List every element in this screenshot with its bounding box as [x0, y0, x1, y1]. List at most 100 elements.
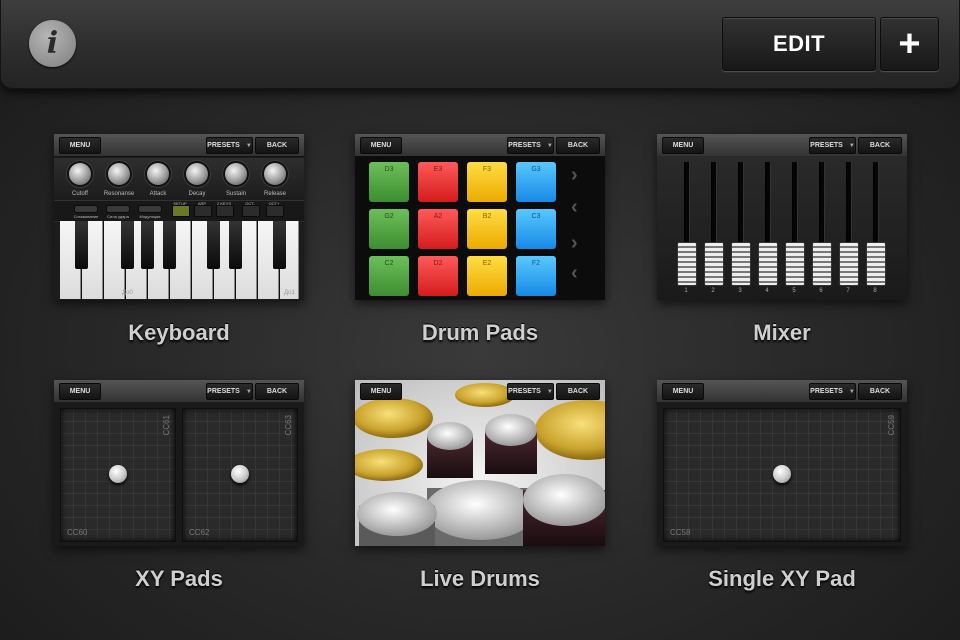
pad-grid: D3 E3 F3 G3 G2 A2 B2 C3 C2 D2 E2 F2 › ‹ … — [355, 156, 605, 300]
presets-button: PRESETS ▼ — [507, 383, 554, 400]
chevron-left-icon: ‹ — [571, 262, 578, 284]
live-drums-tile[interactable]: MENU PRESETS ▼ BACK — [355, 380, 605, 546]
tile-label-xy-pads: XY Pads — [135, 566, 223, 591]
tile-toolbar: MENU PRESETS ▼ BACK — [54, 134, 304, 157]
black-key — [229, 221, 242, 269]
cc-label: CC60 — [67, 528, 88, 537]
back-button: BACK — [255, 383, 299, 400]
keyboard-tile[interactable]: MENU PRESETS ▼ BACK Cutoff Resonanse Atta… — [54, 134, 304, 300]
drum-pads-tile[interactable]: MENU PRESETS ▼ BACK D3 E3 F3 G3 G2 A2 B2 … — [355, 134, 605, 300]
channel-number: 4 — [765, 288, 769, 294]
drum-pad: C3 — [516, 209, 556, 249]
control-row: Сглаживание Сила удара Модуляция SETUP A… — [54, 200, 304, 222]
info-button[interactable]: i — [29, 20, 76, 67]
fader-knob — [704, 242, 724, 286]
back-button: BACK — [858, 137, 902, 154]
xy-ball — [773, 465, 791, 483]
presets-button: PRESETS ▼ — [507, 137, 554, 154]
switch — [106, 205, 130, 213]
tile-label-single-xy-pad: Single XY Pad — [708, 566, 856, 591]
dropdown-arrow-icon: ▼ — [245, 388, 252, 395]
knob — [186, 163, 208, 185]
single-xy-pad-tile[interactable]: MENU PRESETS ▼ BACK CC59 CC58 — [657, 380, 907, 546]
fader-knob — [812, 242, 832, 286]
xy-pads-tile[interactable]: MENU PRESETS ▼ BACK CC61 CC60 CC63 CC62 — [54, 380, 304, 546]
switch — [138, 205, 162, 213]
drum-pad: G2 — [369, 209, 409, 249]
xy-panel: CC59 CC58 — [657, 402, 907, 546]
presets-button: PRESETS ▼ — [206, 137, 253, 154]
menu-button: MENU — [662, 383, 704, 400]
dropdown-arrow-icon: ▼ — [546, 142, 553, 149]
tile-toolbar: MENU PRESETS ▼ BACK — [355, 380, 605, 402]
xy-ball — [109, 465, 127, 483]
fader-knob — [731, 242, 751, 286]
toggle — [194, 205, 212, 217]
cc-label: CC59 — [887, 415, 896, 436]
xy-panel: CC61 CC60 CC63 CC62 — [54, 402, 304, 546]
mixer-tile[interactable]: MENU PRESETS ▼ BACK 1 2 3 4 5 6 7 8 — [657, 134, 907, 300]
back-button: BACK — [556, 137, 600, 154]
drum-pad: B2 — [467, 209, 507, 249]
back-button: BACK — [556, 383, 600, 400]
fader-knob — [839, 242, 859, 286]
knob — [147, 163, 169, 185]
tom-drum-head — [485, 414, 537, 446]
drum-pad: A2 — [418, 209, 458, 249]
key-note-label: До1 — [284, 290, 295, 296]
dropdown-arrow-icon: ▼ — [848, 142, 855, 149]
cymbal — [535, 400, 605, 460]
drum-pad: E2 — [467, 256, 507, 296]
black-key — [141, 221, 154, 269]
tile-label-drum-pads: Drum Pads — [421, 320, 539, 345]
control-label: OCT+ — [268, 201, 280, 206]
channel-number: 7 — [846, 288, 850, 294]
drum-pad: F2 — [516, 256, 556, 296]
cymbal — [355, 449, 423, 481]
black-key — [273, 221, 286, 269]
channel-number: 1 — [684, 288, 688, 294]
black-key — [207, 221, 220, 269]
info-icon: i — [46, 26, 59, 61]
chevron-right-icon: › — [571, 164, 578, 186]
knob — [264, 163, 286, 185]
drum-kit-image — [355, 380, 605, 546]
cc-label: CC58 — [670, 528, 691, 537]
drum-pad: F3 — [467, 162, 507, 202]
knob-row: Cutoff Resonanse Attack Decay Sustain Re… — [54, 158, 304, 200]
presets-button: PRESETS ▼ — [809, 383, 856, 400]
tile-toolbar: MENU PRESETS ▼ BACK — [355, 134, 605, 157]
knob-label: Resonanse — [103, 191, 135, 197]
xy-pad: CC63 CC62 — [182, 408, 298, 542]
black-key — [75, 221, 88, 269]
drum-pad: C2 — [369, 256, 409, 296]
back-button: BACK — [255, 137, 299, 154]
cc-label: CC62 — [189, 528, 210, 537]
knob-label: Release — [263, 191, 286, 197]
dropdown-arrow-icon: ▼ — [245, 142, 252, 149]
drum-pad: E3 — [418, 162, 458, 202]
channel-number: 5 — [792, 288, 796, 294]
chevron-left-icon: ‹ — [571, 196, 578, 218]
menu-button: MENU — [662, 137, 704, 154]
dropdown-arrow-icon: ▼ — [546, 388, 553, 395]
menu-button: MENU — [360, 383, 402, 400]
channel-number: 8 — [873, 288, 877, 294]
knob — [69, 163, 91, 185]
menu-button: MENU — [59, 137, 101, 154]
knob — [225, 163, 247, 185]
toggle — [266, 205, 284, 217]
channel-number: 3 — [738, 288, 742, 294]
tile-label-keyboard: Keyboard — [128, 320, 230, 345]
tom-drum-head — [427, 422, 473, 450]
cymbal — [355, 398, 433, 438]
chevron-right-icon: › — [571, 232, 578, 254]
channel-number: 6 — [819, 288, 823, 294]
tile-toolbar: MENU PRESETS ▼ BACK — [657, 380, 907, 403]
toggle — [216, 205, 234, 217]
black-key — [121, 221, 134, 269]
edit-button[interactable]: EDIT — [722, 17, 876, 71]
add-button[interactable]: + — [880, 17, 939, 71]
piano-keys: До0 До1 — [60, 221, 299, 299]
fader-knob — [758, 242, 778, 286]
